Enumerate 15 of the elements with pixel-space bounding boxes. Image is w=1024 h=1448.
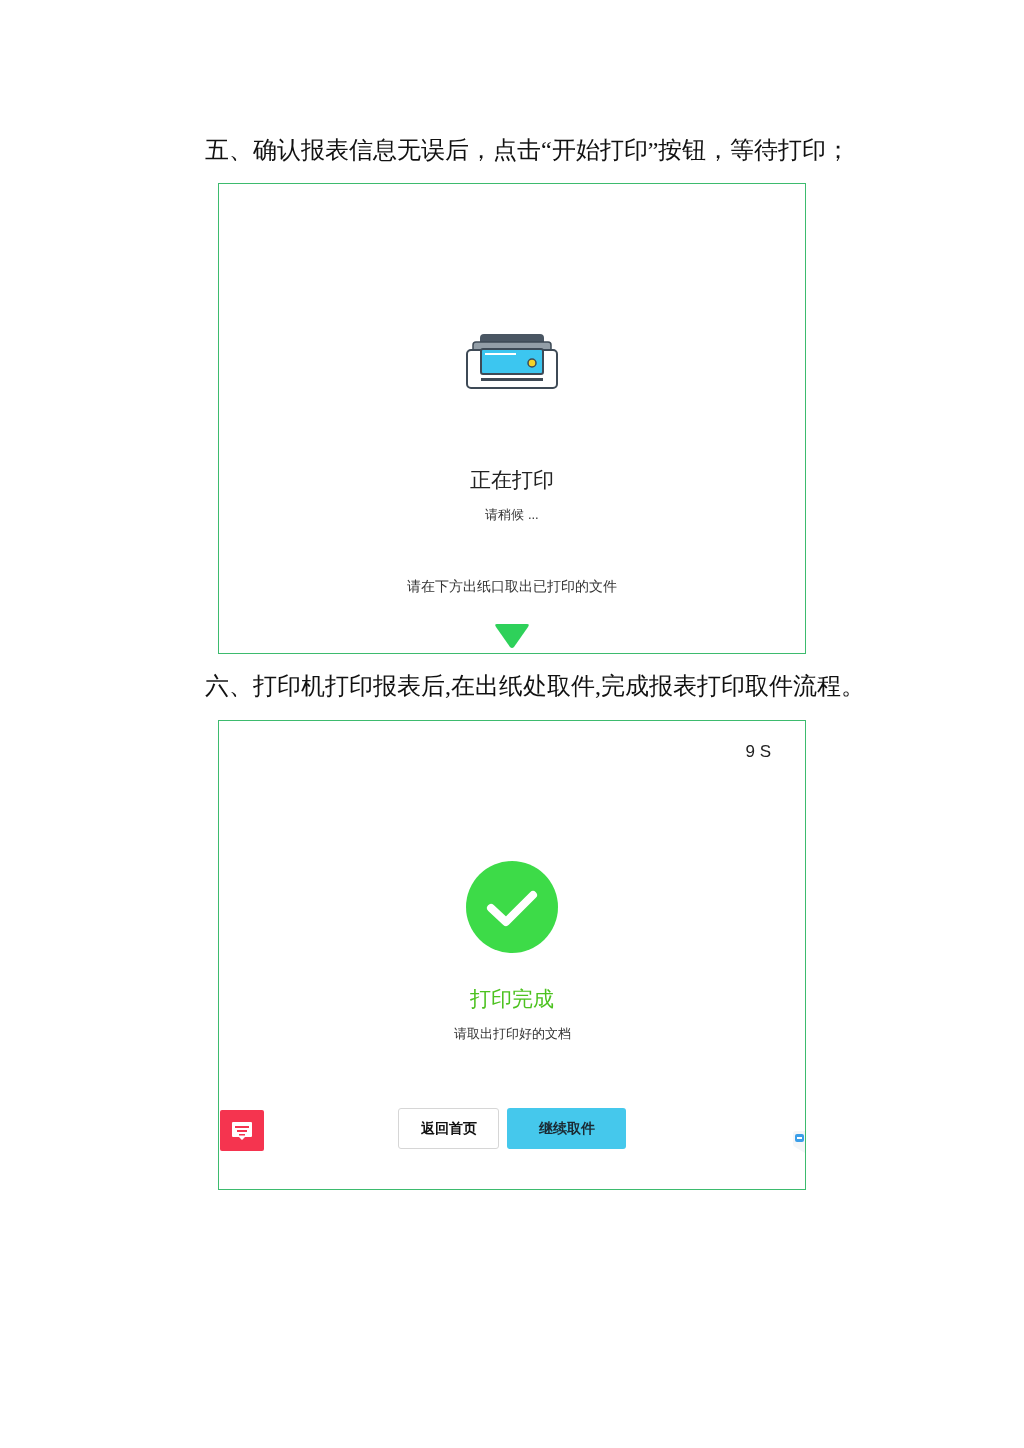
status-title: 打印完成	[470, 986, 554, 1011]
status-title: 正在打印	[470, 467, 554, 492]
home-button[interactable]: 返回首页	[398, 1108, 499, 1149]
hint-text: 请在下方出纸口取出已打印的文件	[407, 578, 617, 595]
step-heading: 六、打印机打印报表后,在出纸处取件,完成报表打印取件流程。	[205, 672, 865, 701]
down-triangle-icon	[494, 622, 530, 649]
chat-icon[interactable]	[220, 1110, 264, 1151]
printer-icon	[466, 333, 558, 390]
countdown-text: 9 S	[745, 742, 771, 762]
status-subtitle: 请取出打印好的文档	[453, 1026, 571, 1042]
continue-button[interactable]: 继续取件	[507, 1108, 626, 1149]
check-circle-icon	[466, 861, 558, 953]
side-widget-icon[interactable]	[793, 1131, 805, 1153]
status-subtitle: 请稍候 ...	[485, 507, 539, 523]
step-heading: 五、确认报表信息无误后，点击“开始打印”按钮，等待打印；	[205, 136, 851, 165]
